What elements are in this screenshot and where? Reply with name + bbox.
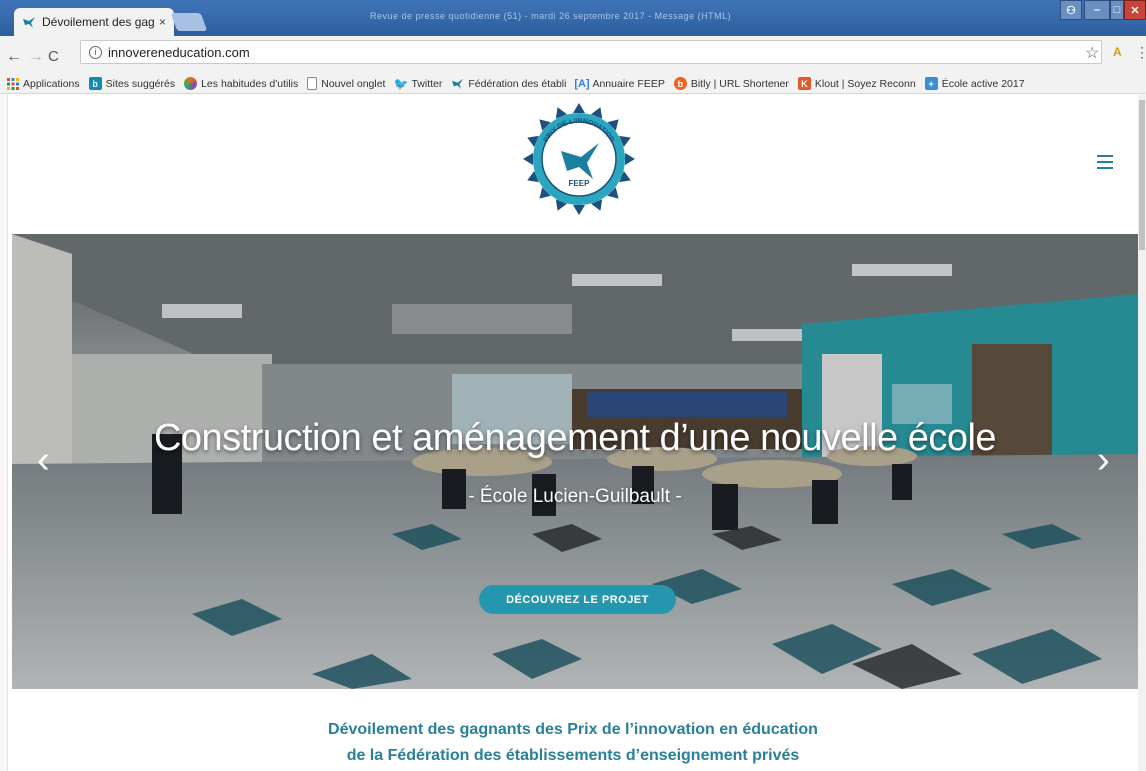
bing-icon: b [88, 77, 102, 90]
bookmark-label: Annuaire FEEP [592, 77, 665, 90]
new-tab-button[interactable] [170, 13, 208, 31]
bookmark-label: Twitter [411, 77, 443, 90]
hero-background-photo [12, 234, 1138, 689]
slider-next-icon[interactable]: › [1097, 439, 1110, 482]
feep-icon [452, 78, 464, 90]
announcement-line-2: de la Fédération des établissements d’en… [346, 747, 800, 764]
decouvrez-le-projet-button[interactable]: DÉCOUVREZ LE PROJET [479, 585, 676, 614]
bookmark-klout[interactable]: K Klout | Soyez Reconn [797, 77, 916, 90]
page-icon [307, 77, 318, 90]
profile-icon[interactable]: ⚇ [1060, 0, 1082, 20]
announcement-heading: Dévoilement des gagnants des Prix de l’i… [0, 717, 1146, 769]
hero-slider: Construction et aménagement d’une nouvel… [12, 234, 1138, 689]
bookmark-label: École active 2017 [941, 77, 1025, 90]
bookmark-sites-suggeres[interactable]: b Sites suggérés [88, 77, 176, 90]
hero-title: Construction et aménagement d’une nouvel… [153, 417, 997, 459]
bookmark-bitly[interactable]: b Bitly | URL Shortener [673, 77, 789, 90]
page-left-edge [0, 95, 8, 771]
klout-icon: K [797, 77, 811, 90]
bookmark-annuaire[interactable]: [A] Annuaire FEEP [574, 77, 665, 90]
tab-title: Dévoilement des gagnan [42, 15, 155, 29]
hamburger-menu-icon[interactable] [1097, 155, 1113, 169]
extension-icon[interactable]: A [1113, 45, 1122, 59]
bitly-icon: b [673, 77, 687, 90]
bookmark-label: Les habitudes d'utilis [201, 77, 299, 90]
forward-icon[interactable]: → [28, 48, 44, 66]
back-icon[interactable]: ← [6, 48, 22, 66]
bookmark-label: Sites suggérés [105, 77, 176, 90]
address-bar[interactable]: i innovereneducation.com [80, 40, 1102, 64]
hero-subtitle: - École Lucien-Guilbault - [468, 486, 682, 507]
bracket-a-icon: [A] [574, 77, 590, 90]
bookmark-label: Nouvel onglet [321, 77, 386, 90]
bookmark-label: Fédération des établi [468, 77, 567, 90]
bookmark-applications[interactable]: Applications [6, 77, 80, 90]
minimize-button[interactable]: – [1084, 0, 1110, 20]
logo-bottom-text: FEEP [569, 179, 591, 188]
url-text: innovereneducation.com [108, 44, 250, 60]
bookmark-nouvel-onglet[interactable]: Nouvel onglet [307, 77, 385, 90]
close-window-button[interactable]: ✕ [1124, 0, 1146, 20]
bookmark-label: Klout | Soyez Reconn [814, 77, 916, 90]
bookmarks-bar: Applications b Sites suggérés Les habitu… [0, 74, 1146, 94]
window-title: Revue de presse quotidienne (51) - mardi… [370, 11, 732, 21]
bookmark-federation[interactable]: Fédération des établi [451, 77, 566, 90]
info-icon[interactable]: i [89, 45, 102, 59]
tab-active[interactable]: Dévoilement des gagnan × [14, 8, 174, 36]
plus-square-icon: + [924, 77, 938, 90]
tab-close-icon[interactable]: × [159, 15, 166, 29]
twitter-icon: 🐦 [393, 76, 409, 91]
title-bar: Dévoilement des gagnan × Revue de presse… [0, 0, 1146, 36]
maximize-button[interactable]: □ [1110, 0, 1124, 20]
scrollbar-thumb[interactable] [1139, 100, 1145, 250]
bookmark-twitter[interactable]: 🐦 Twitter [393, 76, 443, 91]
reload-icon[interactable]: C [48, 48, 59, 65]
prix-innovation-logo[interactable]: FEEP PRIX DE L'INNOVATION [521, 103, 637, 215]
bookmark-ecole-active[interactable]: + École active 2017 [924, 77, 1025, 90]
colorwheel-icon [184, 77, 198, 90]
bookmark-habitudes[interactable]: Les habitudes d'utilis [184, 77, 298, 90]
menu-dots-icon[interactable]: ⋮ [1135, 44, 1146, 61]
browser-window: Dévoilement des gagnan × Revue de presse… [0, 0, 1146, 771]
feep-icon [23, 17, 35, 28]
bookmark-label: Applications [23, 77, 80, 90]
bookmark-label: Bitly | URL Shortener [690, 77, 789, 90]
apps-grid-icon [6, 77, 19, 90]
announcement-line-1: Dévoilement des gagnants des Prix de l’i… [328, 721, 818, 738]
slider-prev-icon[interactable]: ‹ [37, 439, 50, 482]
bookmark-star-icon[interactable]: ☆ [1085, 43, 1099, 63]
